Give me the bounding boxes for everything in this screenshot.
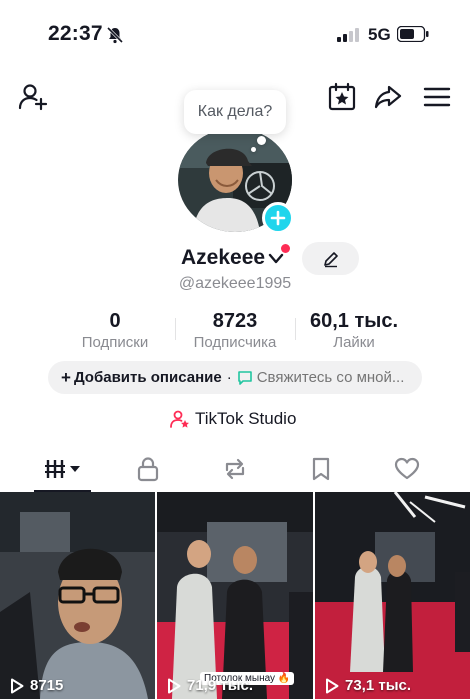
contact-me-label[interactable]: Свяжитесь со мной... xyxy=(257,369,405,386)
bubble-tail-small xyxy=(251,147,256,152)
stat-followers-label: Подписчика xyxy=(193,334,277,351)
repost-icon[interactable] xyxy=(222,456,248,482)
view-count-text: 73,1 тыс. xyxy=(345,677,412,694)
studio-person-icon xyxy=(170,410,189,428)
stat-followers[interactable]: 8723 Подписчика xyxy=(180,309,290,353)
grid-icon[interactable] xyxy=(44,456,82,482)
stat-following-label: Подписки xyxy=(81,334,149,351)
heart-icon[interactable] xyxy=(394,456,420,482)
plus-icon xyxy=(270,210,286,226)
video-thumbnail[interactable]: 8715 xyxy=(0,492,155,699)
stat-divider xyxy=(295,318,296,340)
lock-icon[interactable] xyxy=(135,456,161,482)
view-count-text: 8715 xyxy=(30,677,64,694)
tiktok-studio-label: TikTok Studio xyxy=(195,409,297,428)
video-thumbnail[interactable]: Потолок мынау 🔥 71,9 тыс. xyxy=(157,492,313,699)
stat-followers-value: 8723 xyxy=(212,310,258,332)
add-description-label[interactable]: Добавить описание xyxy=(74,369,222,386)
tiktok-studio-link[interactable]: TikTok Studio xyxy=(170,409,296,429)
notification-dot xyxy=(281,244,290,253)
stat-divider xyxy=(175,318,176,340)
view-count: 8715 xyxy=(10,677,63,694)
bubble-text: Как дела? xyxy=(197,103,273,120)
stat-likes-label: Лайки xyxy=(333,334,375,351)
stat-likes-value: 60,1 тыс. xyxy=(309,310,399,332)
add-user-icon[interactable] xyxy=(18,82,48,112)
status-bubble[interactable]: Как дела? xyxy=(184,90,286,134)
status-time: 22:37 xyxy=(48,22,103,45)
add-description-plus: + xyxy=(61,367,71,387)
signal-icon xyxy=(337,28,359,42)
menu-icon[interactable] xyxy=(422,82,452,112)
bell-off-icon xyxy=(106,26,124,44)
profile-name[interactable]: Azekeee xyxy=(181,246,265,270)
calendar-star-icon[interactable] xyxy=(327,82,357,112)
play-icon xyxy=(168,678,181,693)
video-thumbnail-image xyxy=(315,492,470,699)
video-grid: 8715 Потолок мынау 🔥 71,9 тыс. 73,1 тыс. xyxy=(0,492,470,699)
play-icon xyxy=(11,678,24,693)
chevron-down-icon[interactable] xyxy=(268,252,284,266)
message-icon xyxy=(237,370,252,385)
description-separator: · xyxy=(226,369,232,386)
add-avatar-button[interactable] xyxy=(262,202,294,234)
view-count: 73,1 тыс. xyxy=(325,677,411,694)
profile-handle: @azekeee1995 xyxy=(178,275,292,292)
stat-following-value: 0 xyxy=(109,310,121,332)
view-count-text: 71,9 тыс. xyxy=(187,677,254,694)
video-thumbnail[interactable]: 73,1 тыс. xyxy=(315,492,470,699)
stat-following[interactable]: 0 Подписки xyxy=(70,309,160,353)
status-bar: 22:37 5G xyxy=(0,0,470,70)
share-icon[interactable] xyxy=(373,82,403,112)
view-count: 71,9 тыс. xyxy=(167,677,253,694)
edit-profile-button[interactable] xyxy=(302,242,359,275)
video-thumbnail-image xyxy=(0,492,155,699)
stat-likes[interactable]: 60,1 тыс. Лайки xyxy=(300,309,408,353)
description-pill[interactable]: + Добавить описание · Свяжитесь со мной.… xyxy=(48,361,422,394)
pencil-icon xyxy=(323,251,338,267)
video-thumbnail-image xyxy=(157,492,313,699)
bookmark-icon[interactable] xyxy=(308,456,334,482)
bubble-tail xyxy=(257,136,266,145)
battery-icon xyxy=(397,26,429,42)
play-icon xyxy=(326,678,339,693)
network-type: 5G xyxy=(368,25,391,44)
